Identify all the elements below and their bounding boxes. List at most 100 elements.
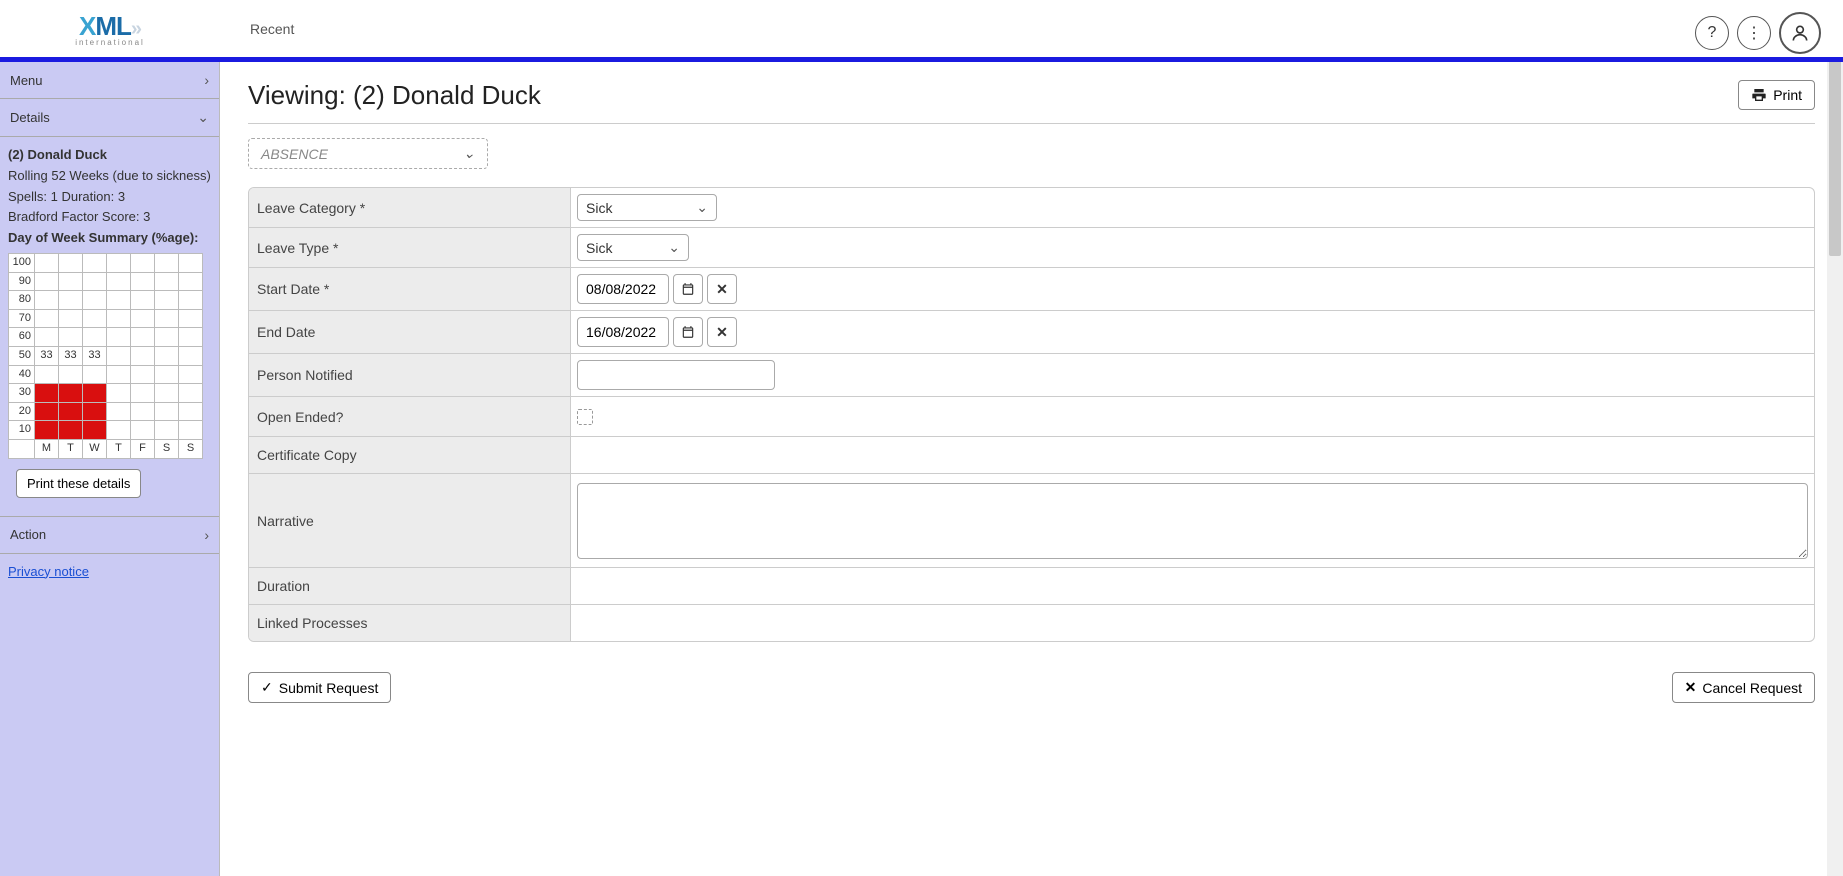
- section-selector[interactable]: ABSENCE ⌄: [248, 138, 488, 169]
- row-person-notified: Person Notified: [249, 354, 1814, 397]
- chart-cell: [155, 272, 179, 291]
- cancel-label: Cancel Request: [1702, 680, 1802, 696]
- linked-processes-value: [571, 605, 1814, 641]
- y-tick: 70: [9, 309, 35, 328]
- start-date-label: Start Date *: [249, 268, 571, 310]
- start-date-input[interactable]: [577, 274, 669, 304]
- sidebar-details-toggle[interactable]: Details ⌄: [0, 99, 219, 137]
- sidebar-details-label: Details: [10, 110, 50, 125]
- print-button[interactable]: Print: [1738, 80, 1815, 110]
- dow-summary-chart: 100908070605033333340302010MTWTFSS: [8, 253, 203, 459]
- logo-arrow-icon: »: [131, 18, 141, 40]
- chart-cell: [131, 421, 155, 440]
- end-date-picker-button[interactable]: [673, 317, 703, 347]
- help-icon: ?: [1708, 24, 1717, 42]
- chart-cell: [131, 346, 155, 365]
- row-certificate-copy: Certificate Copy: [249, 437, 1814, 474]
- leave-type-select[interactable]: Sick ⌄: [577, 234, 689, 261]
- employee-name: (2) Donald Duck: [8, 145, 211, 166]
- chevron-right-icon: ›: [204, 527, 209, 543]
- person-notified-label: Person Notified: [249, 354, 571, 396]
- sidebar-menu[interactable]: Menu ›: [0, 62, 219, 99]
- chart-cell: [83, 291, 107, 310]
- chart-cell: [131, 309, 155, 328]
- chart-cell: [35, 253, 59, 272]
- chart-cell: [179, 291, 203, 310]
- chart-cell: [59, 421, 83, 440]
- x-tick: S: [179, 439, 203, 458]
- topbar: XML» international Recent ? ⋮: [0, 0, 1843, 62]
- duration-label: Duration: [249, 568, 571, 604]
- close-icon: ✕: [1685, 679, 1697, 696]
- chart-cell: [83, 253, 107, 272]
- narrative-textarea[interactable]: [577, 483, 1808, 559]
- help-button[interactable]: ?: [1695, 16, 1729, 50]
- chart-cell: [107, 328, 131, 347]
- chart-cell: [179, 253, 203, 272]
- chevron-right-icon: ›: [204, 72, 209, 88]
- chart-cell: [155, 291, 179, 310]
- chevron-down-icon: ⌄: [197, 109, 209, 126]
- leave-type-value: Sick: [586, 240, 612, 256]
- chart-cell: [35, 328, 59, 347]
- section-label: ABSENCE: [261, 146, 328, 162]
- chart-cell: [179, 402, 203, 421]
- privacy-notice-link[interactable]: Privacy notice: [0, 554, 219, 589]
- chart-cell: [107, 346, 131, 365]
- person-notified-input[interactable]: [577, 360, 775, 390]
- user-button[interactable]: [1779, 12, 1821, 54]
- sidebar-action-label: Action: [10, 527, 46, 542]
- sidebar-details-panel: (2) Donald Duck Rolling 52 Weeks (due to…: [0, 137, 219, 517]
- logo-ml: ML: [95, 11, 131, 41]
- y-tick: 40: [9, 365, 35, 384]
- row-open-ended: Open Ended?: [249, 397, 1814, 437]
- row-end-date: End Date ✕: [249, 311, 1814, 354]
- linked-processes-label: Linked Processes: [249, 605, 571, 641]
- absence-form: Leave Category * Sick ⌄ Leave Type * Sic…: [248, 187, 1815, 642]
- chart-cell: [107, 253, 131, 272]
- y-tick: 100: [9, 253, 35, 272]
- chart-cell: [83, 328, 107, 347]
- chart-cell: [155, 309, 179, 328]
- chart-cell: [155, 402, 179, 421]
- leave-category-select[interactable]: Sick ⌄: [577, 194, 717, 221]
- check-icon: ✓: [261, 679, 273, 696]
- y-tick: 90: [9, 272, 35, 291]
- y-tick: 80: [9, 291, 35, 310]
- open-ended-checkbox[interactable]: [577, 409, 593, 425]
- print-icon: [1751, 87, 1767, 103]
- chart-cell: [155, 328, 179, 347]
- logo: XML» international: [0, 0, 220, 57]
- chart-cell: [131, 328, 155, 347]
- x-tick: S: [155, 439, 179, 458]
- submit-request-button[interactable]: ✓ Submit Request: [248, 672, 391, 703]
- chart-cell: [59, 272, 83, 291]
- recent-menu[interactable]: Recent: [250, 21, 294, 37]
- chart-cell: [83, 402, 107, 421]
- more-button[interactable]: ⋮: [1737, 16, 1771, 50]
- leave-type-label: Leave Type *: [249, 228, 571, 267]
- chart-cell: [107, 402, 131, 421]
- end-date-input[interactable]: [577, 317, 669, 347]
- close-icon: ✕: [716, 281, 728, 298]
- end-date-label: End Date: [249, 311, 571, 353]
- sidebar-action[interactable]: Action ›: [0, 517, 219, 554]
- close-icon: ✕: [716, 324, 728, 341]
- y-tick: 20: [9, 402, 35, 421]
- start-date-clear-button[interactable]: ✕: [707, 274, 737, 304]
- chart-cell: [59, 253, 83, 272]
- view-header: Viewing: (2) Donald Duck Print: [248, 80, 1815, 124]
- start-date-picker-button[interactable]: [673, 274, 703, 304]
- print-details-button[interactable]: Print these details: [16, 469, 141, 498]
- cancel-request-button[interactable]: ✕ Cancel Request: [1672, 672, 1815, 703]
- chart-cell: [107, 272, 131, 291]
- chart-cell: [155, 346, 179, 365]
- logo-subtext: international: [75, 38, 145, 47]
- leave-category-value: Sick: [586, 200, 612, 216]
- chart-cell: [131, 253, 155, 272]
- chart-cell: [155, 365, 179, 384]
- end-date-clear-button[interactable]: ✕: [707, 317, 737, 347]
- certificate-copy-value: [571, 437, 1814, 473]
- submit-label: Submit Request: [279, 680, 379, 696]
- chart-cell: [131, 365, 155, 384]
